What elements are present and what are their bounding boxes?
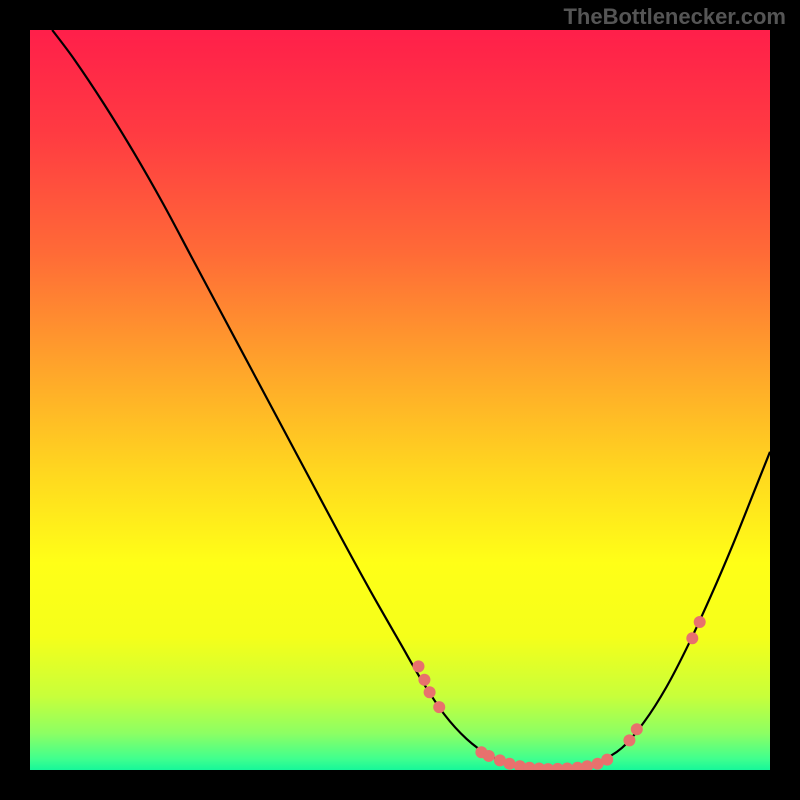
data-marker: [686, 632, 698, 644]
data-marker: [418, 674, 430, 686]
data-marker: [623, 734, 635, 746]
data-marker: [504, 758, 516, 770]
watermark-label: TheBottlenecker.com: [563, 4, 786, 30]
data-marker: [694, 616, 706, 628]
data-marker: [601, 754, 613, 766]
data-marker: [483, 750, 495, 762]
data-marker: [413, 660, 425, 672]
data-marker: [424, 686, 436, 698]
chart-plot-area: [30, 30, 770, 770]
data-marker: [631, 723, 643, 735]
data-marker: [433, 701, 445, 713]
chart-svg: [30, 30, 770, 770]
chart-background: [30, 30, 770, 770]
